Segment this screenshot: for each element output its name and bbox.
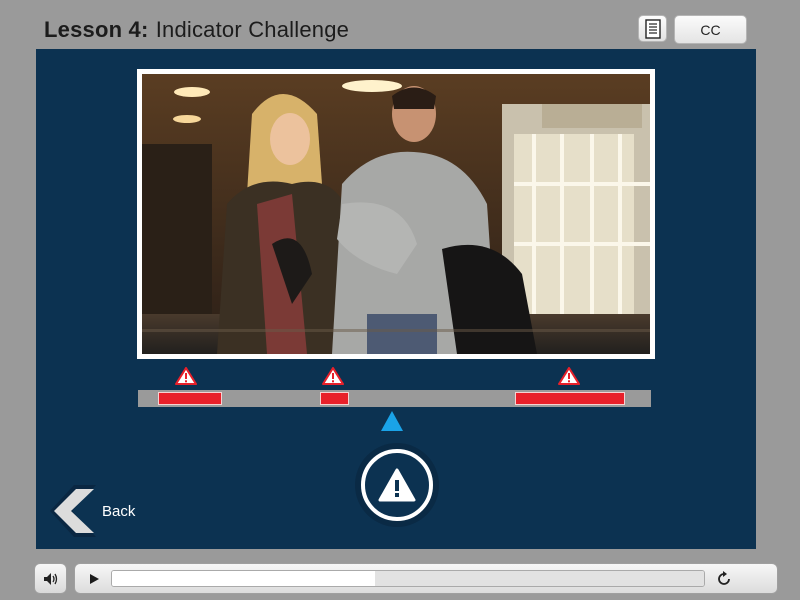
replay-button[interactable] bbox=[713, 569, 735, 589]
back-chevron-icon bbox=[50, 485, 96, 537]
indicator-marker-icon[interactable] bbox=[558, 367, 580, 385]
lesson-number: Lesson 4: bbox=[44, 17, 149, 42]
indicator-marker-icon[interactable] bbox=[175, 367, 197, 385]
video-player[interactable] bbox=[142, 74, 650, 354]
lesson-name: Indicator Challenge bbox=[155, 17, 350, 42]
document-icon bbox=[644, 18, 661, 39]
back-label: Back bbox=[102, 503, 136, 520]
closed-captions-button[interactable]: CC bbox=[674, 15, 747, 44]
media-player-bar bbox=[34, 561, 778, 596]
volume-button[interactable] bbox=[34, 563, 67, 594]
indicator-segment bbox=[320, 392, 349, 405]
page: Lesson 4: Indicator Challenge CC Back bbox=[0, 0, 800, 600]
flag-indicator-ring bbox=[361, 449, 433, 521]
video-still-image bbox=[142, 74, 650, 354]
play-icon bbox=[90, 574, 99, 584]
indicator-segment bbox=[158, 392, 222, 405]
flag-indicator-button[interactable] bbox=[355, 443, 439, 527]
lesson-stage: Back bbox=[36, 49, 756, 549]
back-button[interactable]: Back bbox=[46, 481, 166, 541]
speaker-icon bbox=[43, 572, 57, 585]
playback-controls bbox=[74, 563, 778, 594]
replay-icon bbox=[718, 571, 730, 585]
play-button[interactable] bbox=[83, 569, 105, 589]
indicator-segment bbox=[515, 392, 625, 405]
indicator-timeline[interactable] bbox=[138, 390, 651, 407]
progress-fill bbox=[112, 571, 377, 586]
page-title: Lesson 4: Indicator Challenge bbox=[44, 17, 349, 43]
warning-icon bbox=[378, 468, 416, 502]
transcript-button[interactable] bbox=[638, 15, 667, 42]
progress-bar[interactable] bbox=[111, 570, 705, 587]
playhead-triangle-icon[interactable] bbox=[380, 410, 404, 432]
video-frame bbox=[137, 69, 655, 359]
progress-remaining bbox=[375, 571, 704, 586]
header: Lesson 4: Indicator Challenge CC bbox=[36, 8, 756, 49]
indicator-marker-icon[interactable] bbox=[322, 367, 344, 385]
